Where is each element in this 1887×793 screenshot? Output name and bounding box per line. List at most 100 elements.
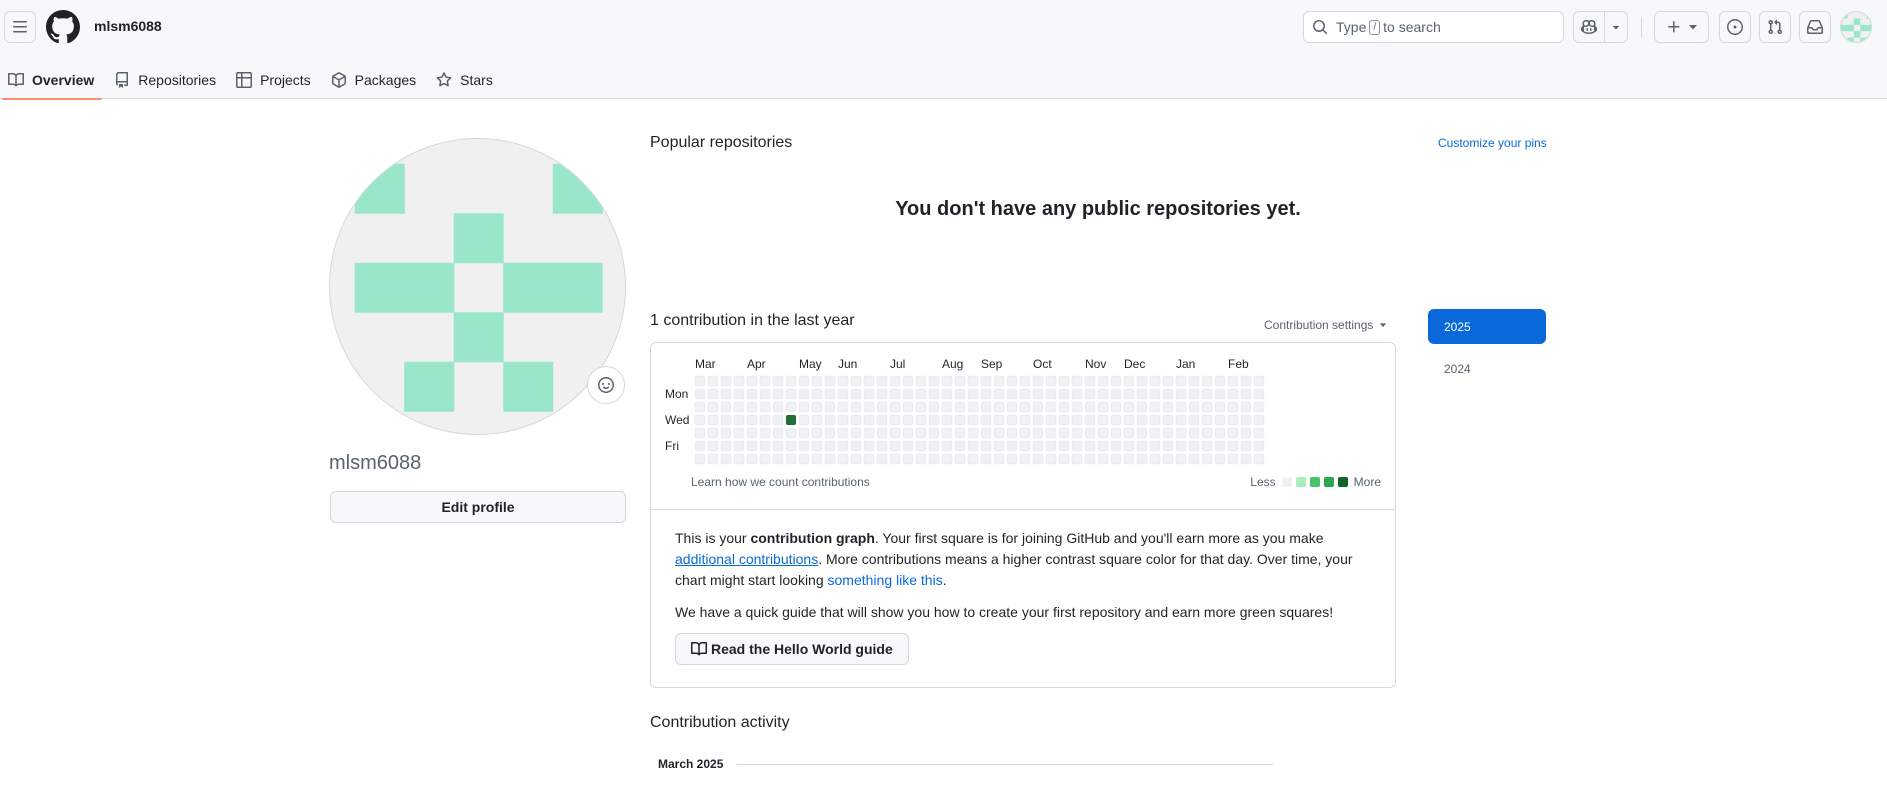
contribution-day-cell[interactable]: [863, 453, 875, 465]
contribution-day-cell[interactable]: [1253, 375, 1265, 387]
copilot-button[interactable]: [1574, 12, 1606, 42]
contribution-day-cell[interactable]: [1149, 453, 1161, 465]
contribution-day-cell[interactable]: [1084, 453, 1096, 465]
contribution-day-cell[interactable]: [1253, 453, 1265, 465]
contribution-day-cell[interactable]: [772, 453, 784, 465]
contribution-day-cell[interactable]: [824, 401, 836, 413]
contribution-day-cell[interactable]: [1227, 453, 1239, 465]
contribution-day-cell[interactable]: [850, 375, 862, 387]
contribution-day-cell[interactable]: [928, 427, 940, 439]
contribution-day-cell[interactable]: [941, 453, 953, 465]
contribution-day-cell[interactable]: [824, 427, 836, 439]
contribution-day-cell[interactable]: [811, 453, 823, 465]
contribution-day-cell[interactable]: [759, 453, 771, 465]
contribution-day-cell[interactable]: [1162, 427, 1174, 439]
contribution-day-cell[interactable]: [1058, 414, 1070, 426]
contribution-day-cell[interactable]: [1149, 388, 1161, 400]
contribution-day-cell[interactable]: [1071, 414, 1083, 426]
contribution-day-cell[interactable]: [1084, 401, 1096, 413]
contribution-day-cell[interactable]: [1162, 453, 1174, 465]
contribution-day-cell[interactable]: [1045, 401, 1057, 413]
inbox-button[interactable]: [1799, 11, 1831, 43]
contribution-day-cell[interactable]: [1032, 427, 1044, 439]
contribution-day-cell[interactable]: [980, 401, 992, 413]
contribution-day-cell[interactable]: [785, 401, 797, 413]
contribution-day-cell[interactable]: [733, 375, 745, 387]
something-like-this-link[interactable]: something like this: [828, 572, 943, 588]
contribution-day-cell[interactable]: [941, 388, 953, 400]
contribution-day-cell[interactable]: [915, 414, 927, 426]
contribution-day-cell[interactable]: [1240, 375, 1252, 387]
contribution-day-cell[interactable]: [720, 401, 732, 413]
contribution-day-cell[interactable]: [915, 401, 927, 413]
contribution-day-cell[interactable]: [1162, 440, 1174, 452]
contribution-day-cell[interactable]: [1201, 440, 1213, 452]
contribution-day-cell[interactable]: [954, 453, 966, 465]
contribution-day-cell[interactable]: [1136, 414, 1148, 426]
contribution-day-cell[interactable]: [824, 414, 836, 426]
contribution-day-cell[interactable]: [1071, 375, 1083, 387]
contribution-day-cell[interactable]: [798, 375, 810, 387]
contribution-day-cell[interactable]: [1240, 401, 1252, 413]
contribution-day-cell[interactable]: [1045, 440, 1057, 452]
contribution-day-cell[interactable]: [746, 401, 758, 413]
contribution-day-cell[interactable]: [1058, 427, 1070, 439]
contribution-day-cell[interactable]: [980, 453, 992, 465]
contribution-day-cell[interactable]: [889, 453, 901, 465]
contribution-day-cell[interactable]: [980, 440, 992, 452]
contribution-day-cell[interactable]: [837, 375, 849, 387]
contribution-day-cell[interactable]: [707, 453, 719, 465]
contribution-day-cell[interactable]: [967, 440, 979, 452]
contribution-day-cell[interactable]: [876, 401, 888, 413]
contribution-day-cell[interactable]: [1123, 414, 1135, 426]
contribution-day-cell[interactable]: [1214, 453, 1226, 465]
contribution-day-cell[interactable]: [733, 440, 745, 452]
contribution-day-cell[interactable]: [902, 388, 914, 400]
contribution-day-cell[interactable]: [1253, 388, 1265, 400]
contribution-day-cell[interactable]: [980, 388, 992, 400]
contribution-day-cell[interactable]: [850, 414, 862, 426]
contribution-day-cell[interactable]: [1240, 414, 1252, 426]
contribution-day-cell[interactable]: [1214, 375, 1226, 387]
contribution-day-cell[interactable]: [694, 440, 706, 452]
contribution-day-cell[interactable]: [785, 453, 797, 465]
contribution-day-cell[interactable]: [863, 375, 875, 387]
contribution-day-cell[interactable]: [1201, 388, 1213, 400]
contribution-day-cell[interactable]: [1045, 427, 1057, 439]
contribution-day-cell[interactable]: [785, 375, 797, 387]
contribution-day-cell[interactable]: [967, 453, 979, 465]
contribution-day-cell[interactable]: [915, 453, 927, 465]
contribution-day-cell[interactable]: [1097, 440, 1109, 452]
contribution-day-cell[interactable]: [1084, 388, 1096, 400]
contribution-day-cell[interactable]: [1084, 427, 1096, 439]
contribution-day-cell[interactable]: [1188, 375, 1200, 387]
contribution-day-cell[interactable]: [941, 414, 953, 426]
contribution-day-cell[interactable]: [850, 453, 862, 465]
contribution-day-cell[interactable]: [1123, 427, 1135, 439]
contribution-day-cell[interactable]: [928, 388, 940, 400]
contribution-day-cell[interactable]: [902, 427, 914, 439]
contribution-day-cell[interactable]: [746, 414, 758, 426]
contribution-day-cell[interactable]: [993, 427, 1005, 439]
contribution-day-cell[interactable]: [720, 427, 732, 439]
contribution-day-cell[interactable]: [1123, 440, 1135, 452]
contribution-day-cell[interactable]: [915, 388, 927, 400]
contribution-day-cell[interactable]: [1032, 453, 1044, 465]
contribution-day-cell[interactable]: [902, 401, 914, 413]
contribution-day-cell[interactable]: [850, 440, 862, 452]
contribution-day-cell[interactable]: [1019, 388, 1031, 400]
contribution-day-cell[interactable]: [1149, 440, 1161, 452]
contribution-day-cell[interactable]: [1123, 453, 1135, 465]
contribution-day-cell[interactable]: [941, 401, 953, 413]
contribution-day-cell[interactable]: [1201, 375, 1213, 387]
contribution-day-cell[interactable]: [746, 427, 758, 439]
contribution-day-cell[interactable]: [1149, 414, 1161, 426]
contribution-day-cell[interactable]: [928, 453, 940, 465]
contribution-day-cell[interactable]: [824, 375, 836, 387]
additional-contributions-link[interactable]: additional contributions: [675, 551, 818, 567]
contribution-day-cell[interactable]: [1201, 414, 1213, 426]
contribution-day-cell[interactable]: [772, 414, 784, 426]
contribution-day-cell[interactable]: [1136, 440, 1148, 452]
contribution-day-cell[interactable]: [720, 388, 732, 400]
contribution-day-cell[interactable]: [1162, 375, 1174, 387]
